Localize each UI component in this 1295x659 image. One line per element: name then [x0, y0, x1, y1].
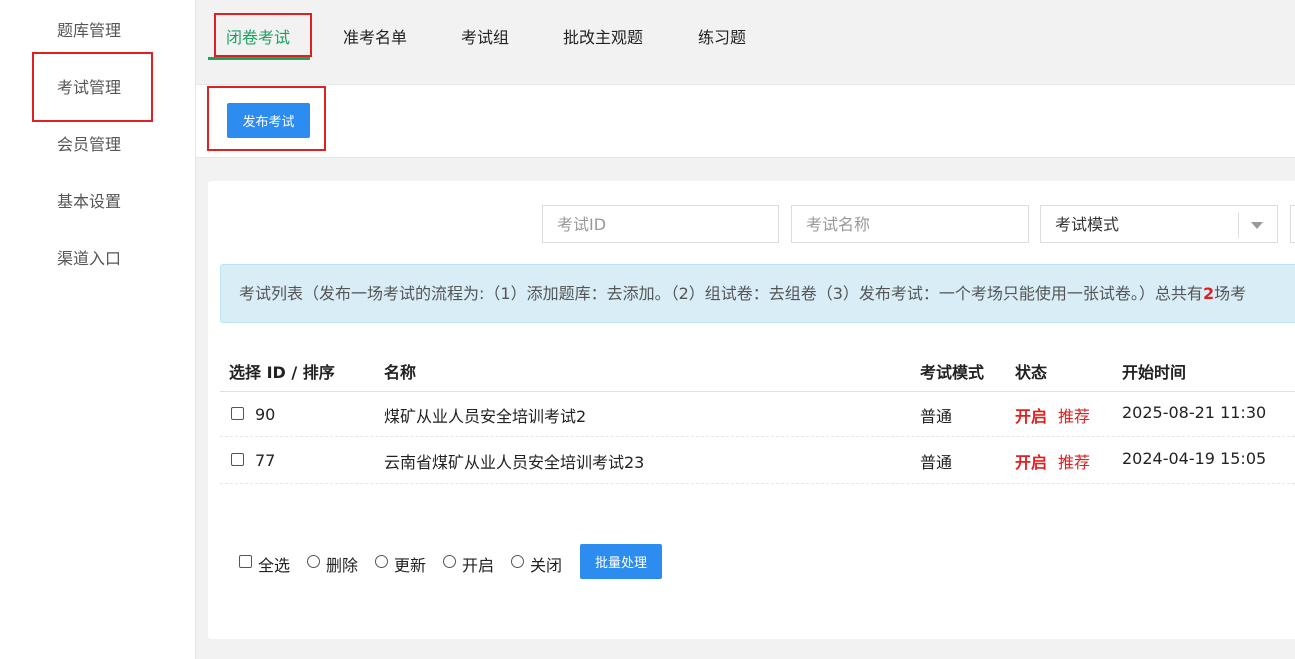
- highlight-box-publish: [207, 86, 326, 151]
- row-status-open[interactable]: 开启: [1015, 449, 1047, 473]
- tab-admission-list[interactable]: 准考名单: [343, 24, 407, 48]
- sidebar-item-question-bank[interactable]: 题库管理: [57, 17, 121, 41]
- table-header-divider: [220, 391, 1295, 392]
- select-all-label: 全选: [258, 556, 291, 575]
- highlight-box-tab: [214, 13, 312, 57]
- tab-exam-group[interactable]: 考试组: [461, 24, 509, 48]
- exam-id-input[interactable]: 考试ID: [542, 205, 779, 243]
- row-checkbox[interactable]: [231, 407, 244, 420]
- info-count: 2: [1202, 284, 1215, 303]
- delete-radio[interactable]: [307, 555, 320, 568]
- row-checkbox[interactable]: [231, 453, 244, 466]
- row-mode: 普通: [920, 453, 953, 472]
- row-id: 90: [255, 405, 276, 424]
- select-divider: [1238, 212, 1239, 238]
- info-banner: 考试列表（发布一场考试的流程为:（1）添加题库：去添加。（2）组试卷：去组卷（3…: [220, 264, 1295, 323]
- sidebar-item-channel-entry[interactable]: 渠道入口: [57, 245, 121, 269]
- select-all-checkbox[interactable]: [239, 555, 252, 568]
- open-radio[interactable]: [443, 555, 456, 568]
- toolbar-card: [196, 84, 1295, 158]
- active-tab-indicator: [208, 57, 310, 60]
- row-recommend[interactable]: 推荐: [1058, 449, 1090, 473]
- exam-name-input[interactable]: 考试名称: [791, 205, 1029, 243]
- column-header-start-time: 开始时间: [1122, 363, 1187, 382]
- close-label: 关闭: [530, 556, 563, 575]
- row-id: 77: [255, 451, 276, 470]
- info-text-after: 场考: [1214, 284, 1247, 303]
- highlight-box-exam-management: [32, 52, 153, 122]
- column-header-status: 状态: [1015, 363, 1048, 382]
- row-start-time: 2024-04-19 15:05: [1122, 449, 1267, 468]
- update-label: 更新: [394, 556, 427, 575]
- row-name[interactable]: 云南省煤矿从业人员安全培训考试23: [384, 449, 644, 473]
- row-status-open[interactable]: 开启: [1015, 403, 1047, 427]
- row-start-time: 2025-08-21 11:30: [1122, 403, 1267, 422]
- column-header-select-id: 选择 ID / 排序: [229, 363, 335, 382]
- row-divider: [220, 483, 1295, 484]
- delete-label: 删除: [326, 556, 359, 575]
- row-recommend[interactable]: 推荐: [1058, 403, 1090, 427]
- info-text-before: 考试列表（发布一场考试的流程为:（1）添加题库：去添加。（2）组试卷：去组卷（3…: [239, 284, 1203, 303]
- column-header-name: 名称: [384, 363, 417, 382]
- row-divider: [220, 436, 1295, 437]
- update-radio[interactable]: [375, 555, 388, 568]
- tab-grade-subjective[interactable]: 批改主观题: [563, 24, 643, 48]
- sidebar-item-member-management[interactable]: 会员管理: [57, 131, 121, 155]
- exam-mode-select-value: 考试模式: [1055, 215, 1120, 234]
- open-label: 开启: [462, 556, 495, 575]
- batch-process-button[interactable]: 批量处理: [580, 544, 662, 579]
- tab-practice[interactable]: 练习题: [698, 24, 746, 48]
- row-mode: 普通: [920, 407, 953, 426]
- chevron-down-icon: [1251, 222, 1263, 229]
- column-header-mode: 考试模式: [920, 363, 985, 382]
- exam-mode-select[interactable]: 考试模式: [1040, 205, 1278, 243]
- row-name[interactable]: 煤矿从业人员安全培训考试2: [384, 403, 586, 427]
- extra-filter-input[interactable]: [1290, 205, 1295, 243]
- close-radio[interactable]: [511, 555, 524, 568]
- sidebar-item-basic-settings[interactable]: 基本设置: [57, 188, 121, 212]
